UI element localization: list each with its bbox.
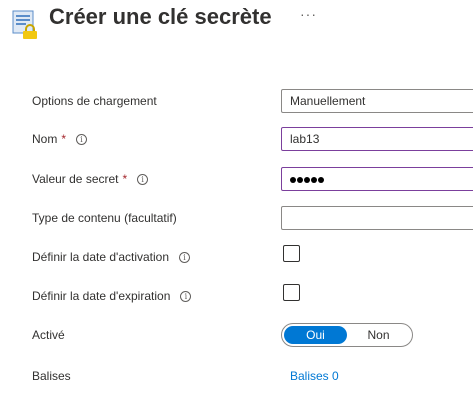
enabled-no-option[interactable]: Non bbox=[347, 326, 410, 344]
info-icon[interactable]: i bbox=[179, 251, 191, 263]
enabled-toggle[interactable]: Oui Non bbox=[281, 323, 413, 347]
required-marker: * bbox=[61, 132, 67, 146]
expiration-date-label: Définir la date d'expiration i bbox=[32, 289, 192, 303]
secret-value-input[interactable] bbox=[281, 167, 473, 191]
page-title: Créer une clé secrète bbox=[49, 4, 272, 29]
secret-value-label: Valeur de secret * i bbox=[32, 172, 149, 186]
more-options-button[interactable]: ··· bbox=[300, 6, 317, 22]
secret-mask-dot bbox=[297, 176, 303, 183]
secret-mask-dot bbox=[311, 176, 317, 183]
name-input[interactable]: lab13 bbox=[281, 127, 473, 151]
upload-options-row: Options de chargement Manuellement bbox=[0, 89, 473, 117]
secret-mask-dot bbox=[290, 176, 296, 183]
info-icon[interactable]: i bbox=[180, 290, 192, 302]
name-row: Nom * i lab13 bbox=[0, 127, 473, 155]
expiration-date-checkbox[interactable] bbox=[283, 284, 300, 301]
upload-options-label: Options de chargement bbox=[32, 94, 157, 108]
name-label: Nom * i bbox=[32, 132, 88, 146]
secret-mask-dot bbox=[318, 176, 324, 183]
activation-date-checkbox[interactable] bbox=[283, 245, 300, 262]
activation-date-row: Définir la date d'activation i bbox=[0, 245, 473, 273]
key-document-icon bbox=[12, 10, 37, 39]
content-type-input[interactable] bbox=[281, 206, 473, 230]
secret-mask-dot bbox=[304, 176, 310, 183]
content-type-row: Type de contenu (facultatif) bbox=[0, 206, 473, 234]
enabled-yes-option[interactable]: Oui bbox=[284, 326, 347, 344]
expiration-date-row: Définir la date d'expiration i bbox=[0, 284, 473, 312]
upload-options-dropdown[interactable]: Manuellement bbox=[281, 89, 473, 113]
activation-date-label: Définir la date d'activation i bbox=[32, 250, 191, 264]
required-marker: * bbox=[122, 172, 128, 186]
tags-link[interactable]: Balises 0 bbox=[290, 369, 339, 383]
tags-label: Balises bbox=[32, 369, 71, 383]
enabled-row: Activé Oui Non bbox=[0, 323, 473, 351]
content-type-label: Type de contenu (facultatif) bbox=[32, 211, 177, 225]
secret-value-row: Valeur de secret * i bbox=[0, 167, 473, 195]
tags-row: Balises Balises 0 bbox=[0, 364, 473, 392]
info-icon[interactable]: i bbox=[76, 133, 88, 145]
info-icon[interactable]: i bbox=[137, 173, 149, 185]
enabled-label: Activé bbox=[32, 328, 65, 342]
page-header: Créer une clé secrète ··· bbox=[0, 0, 473, 44]
